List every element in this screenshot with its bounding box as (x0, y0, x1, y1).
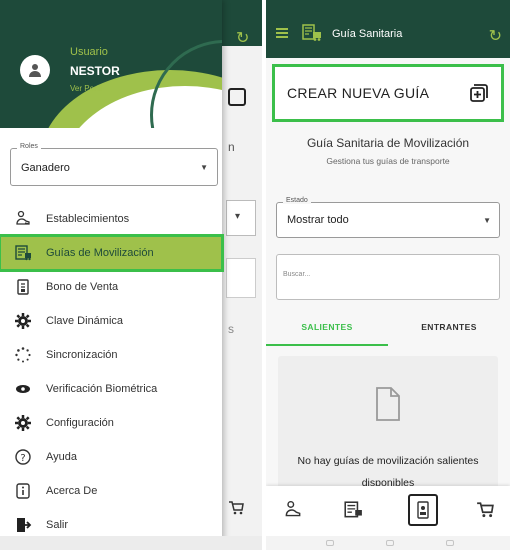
receipt-icon[interactable] (408, 494, 438, 526)
exit-icon (14, 516, 32, 534)
right-phone-screen: Guía Sanitaria ↻ CREAR NUEVA GUÍA Guía S… (266, 0, 510, 550)
home-icon[interactable] (386, 540, 394, 546)
menu-item-label: Configuración (46, 417, 114, 429)
estado-select[interactable]: Estado Mostrar todo ▼ (276, 197, 500, 238)
menu-item-clave-dinamica[interactable]: Clave Dinámica (0, 304, 222, 338)
search-input[interactable] (283, 271, 483, 278)
search-field[interactable] (276, 254, 500, 300)
create-guide-label: CREAR NUEVA GUÍA (287, 85, 430, 101)
farmer-icon (14, 210, 32, 228)
tab-salientes[interactable]: SALIENTES (266, 314, 388, 346)
menu-item-label: Clave Dinámica (46, 315, 124, 327)
roles-value: Ganadero (21, 162, 70, 174)
app-bar: Guía Sanitaria ↻ (266, 0, 510, 58)
menu-item-acerca-de[interactable]: Acerca De (0, 474, 222, 508)
create-guide-button[interactable]: CREAR NUEVA GUÍA (272, 64, 504, 122)
menu-item-ayuda[interactable]: ? Ayuda (0, 440, 222, 474)
recents-icon[interactable] (446, 540, 454, 546)
menu-item-label: Salir (46, 519, 69, 531)
refresh-icon[interactable]: ↻ (489, 26, 502, 46)
estado-value: Mostrar todo (287, 214, 349, 226)
receipt-icon (14, 278, 32, 296)
cart-icon (228, 500, 244, 521)
tab-bar: SALIENTES ENTRANTES (266, 314, 510, 346)
guide-truck-icon (302, 24, 322, 42)
navigation-drawer: Usuario NESTOR Ver Perfil Roles Ganadero… (0, 0, 224, 550)
menu-item-label: Sincronización (46, 349, 118, 361)
eye-icon (14, 380, 32, 398)
menu-item-label: Acerca De (46, 485, 98, 497)
menu-item-verificacion-biometrica[interactable]: Verificación Biométrica (0, 372, 222, 406)
menu-item-bono-venta[interactable]: Bono de Venta (0, 270, 222, 304)
tab-entrantes[interactable]: ENTRANTES (388, 314, 510, 346)
menu-item-configuracion[interactable]: Configuración (0, 406, 222, 440)
info-icon (14, 482, 32, 500)
menu-icon[interactable] (276, 28, 288, 38)
menu-item-establecimientos[interactable]: Establecimientos (0, 202, 222, 236)
guide-truck-icon (14, 244, 32, 262)
estado-label: Estado (283, 197, 311, 204)
gear-icon (14, 312, 32, 330)
menu-item-label: Establecimientos (46, 213, 130, 225)
farmer-icon[interactable] (278, 494, 308, 526)
roles-label: Roles (17, 143, 41, 150)
user-icon (29, 64, 41, 77)
gear-icon (14, 414, 32, 432)
refresh-icon: ↻ (236, 30, 250, 47)
system-navigation-bar (266, 536, 510, 550)
section-title: Guía Sanitaria de Movilización (306, 136, 470, 150)
menu-item-label: Verificación Biométrica (46, 383, 158, 395)
guide-truck-icon[interactable] (338, 494, 368, 526)
chevron-down-icon: ▼ (483, 216, 491, 225)
help-icon: ? (14, 448, 32, 466)
left-phone-screen: ↻ n ▾ s Usuario NESTOR Ver Perfil Roles (0, 0, 262, 550)
system-navigation-bar (0, 536, 262, 550)
menu-item-label: Ayuda (46, 451, 77, 463)
menu-item-label: Bono de Venta (46, 281, 119, 293)
user-role: Usuario (70, 46, 108, 58)
cart-icon[interactable] (470, 494, 500, 526)
document-icon (374, 386, 402, 422)
background-content (222, 46, 262, 550)
chevron-down-icon: ▼ (200, 163, 208, 172)
view-profile-link[interactable]: Ver Perfil (70, 84, 102, 93)
app-title: Guía Sanitaria (332, 28, 403, 40)
decorative-arc (150, 40, 222, 128)
back-icon[interactable] (326, 540, 334, 546)
add-document-icon (228, 88, 246, 106)
drawer-menu: Establecimientos Guías de Movilización B… (0, 202, 224, 542)
background-text-fragment: s (228, 322, 234, 336)
background-text-fragment: n (228, 140, 235, 154)
menu-item-guias[interactable]: Guías de Movilización (0, 234, 224, 272)
bottom-navigation (266, 486, 510, 536)
drawer-header: Usuario NESTOR Ver Perfil (0, 0, 222, 128)
screenshot-root: ↻ n ▾ s Usuario NESTOR Ver Perfil Roles (0, 0, 510, 550)
background-search-input (226, 258, 256, 298)
user-name: NESTOR (70, 64, 120, 78)
menu-item-sincronizacion[interactable]: Sincronización (0, 338, 222, 372)
sync-icon (14, 346, 32, 364)
section-subtitle: Gestiona tus guías de transporte (326, 156, 450, 166)
svg-text:?: ? (20, 453, 25, 464)
roles-select[interactable]: Roles Ganadero ▼ (10, 143, 218, 186)
menu-item-label: Guías de Movilización (46, 247, 154, 259)
add-document-icon (469, 83, 489, 103)
avatar[interactable] (20, 55, 50, 85)
background-dropdown: ▾ (226, 200, 256, 236)
